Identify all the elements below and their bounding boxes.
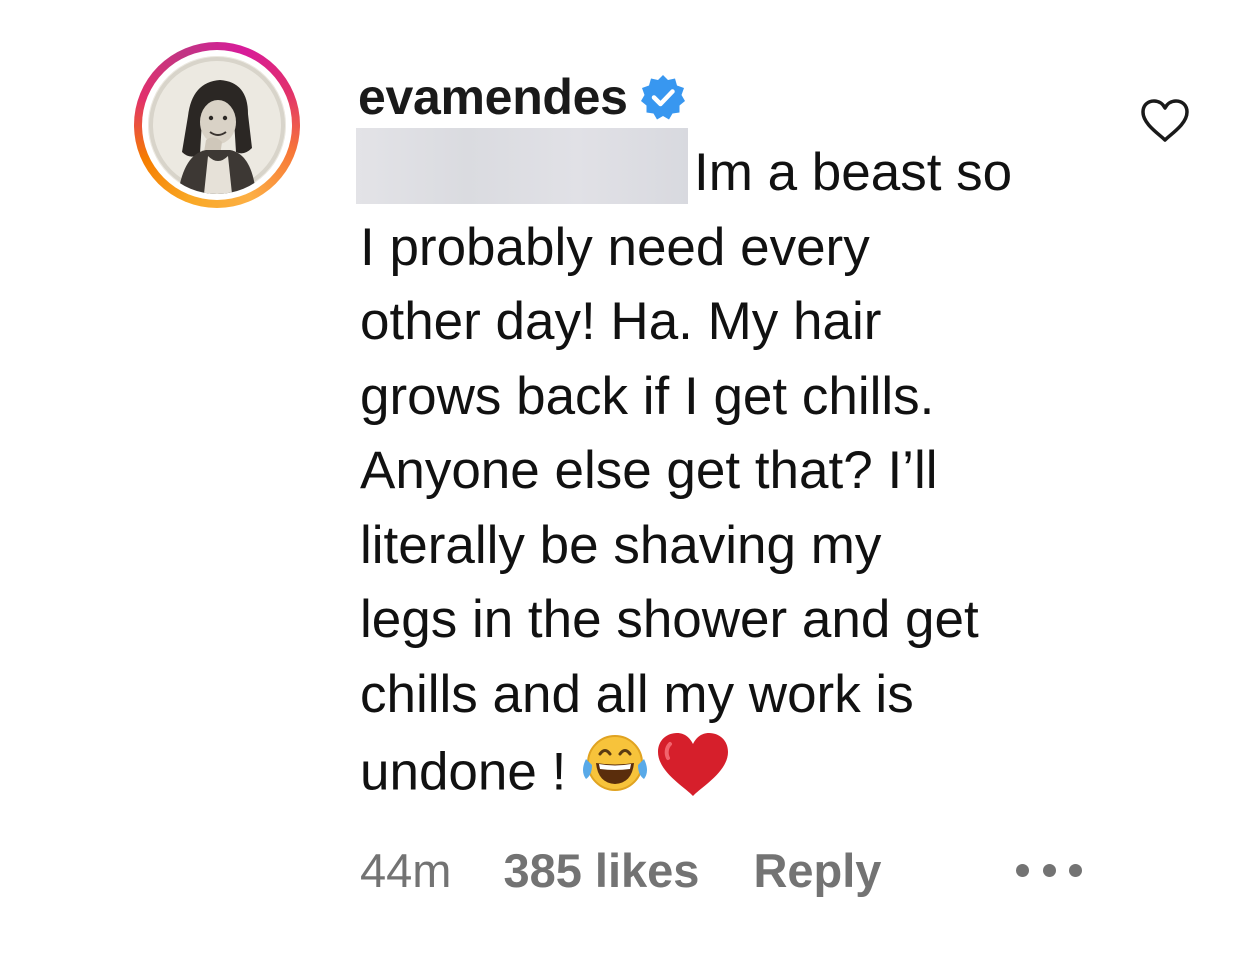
comment-line: I probably need every [360, 217, 870, 277]
comment: evamendes Im a beast so I probably need … [0, 0, 1250, 964]
comment-timestamp: 44m [360, 843, 452, 897]
comment-line-last: undone ! [360, 732, 1120, 819]
avatar-story-ring[interactable] [134, 42, 300, 208]
username[interactable]: evamendes [358, 68, 628, 126]
comment-line: literally be shaving my [360, 515, 882, 575]
tears-of-joy-emoji [580, 733, 650, 818]
comment-line: legs in the shower and get [360, 590, 979, 649]
reply-button[interactable]: Reply [753, 843, 881, 898]
username-row: evamendes [358, 66, 688, 128]
verified-badge-icon [638, 72, 688, 122]
avatar-photo-image [148, 56, 286, 194]
red-heart-emoji [656, 732, 730, 819]
comment-line: chills and all my work is [360, 664, 914, 724]
more-dot [1069, 863, 1082, 877]
more-dot [1016, 863, 1029, 877]
more-options-icon[interactable] [1016, 858, 1082, 882]
comment-line: Im a beast so [694, 143, 1013, 202]
comment-line: Anyone else get that? I’ll [360, 441, 938, 500]
comment-meta-row: 44m 385 likes Reply [360, 838, 881, 902]
comment-line: undone ! [360, 742, 567, 802]
avatar[interactable] [148, 56, 286, 194]
likes-count-button[interactable]: 385 likes [503, 843, 699, 898]
comment-text: Im a beast so I probably need every othe… [360, 136, 1120, 819]
comment-line: grows back if I get chills. [360, 366, 935, 426]
comment-line: other day! Ha. My hair [360, 292, 882, 351]
heart-outline-icon[interactable] [1140, 98, 1190, 144]
more-dot [1042, 863, 1056, 877]
